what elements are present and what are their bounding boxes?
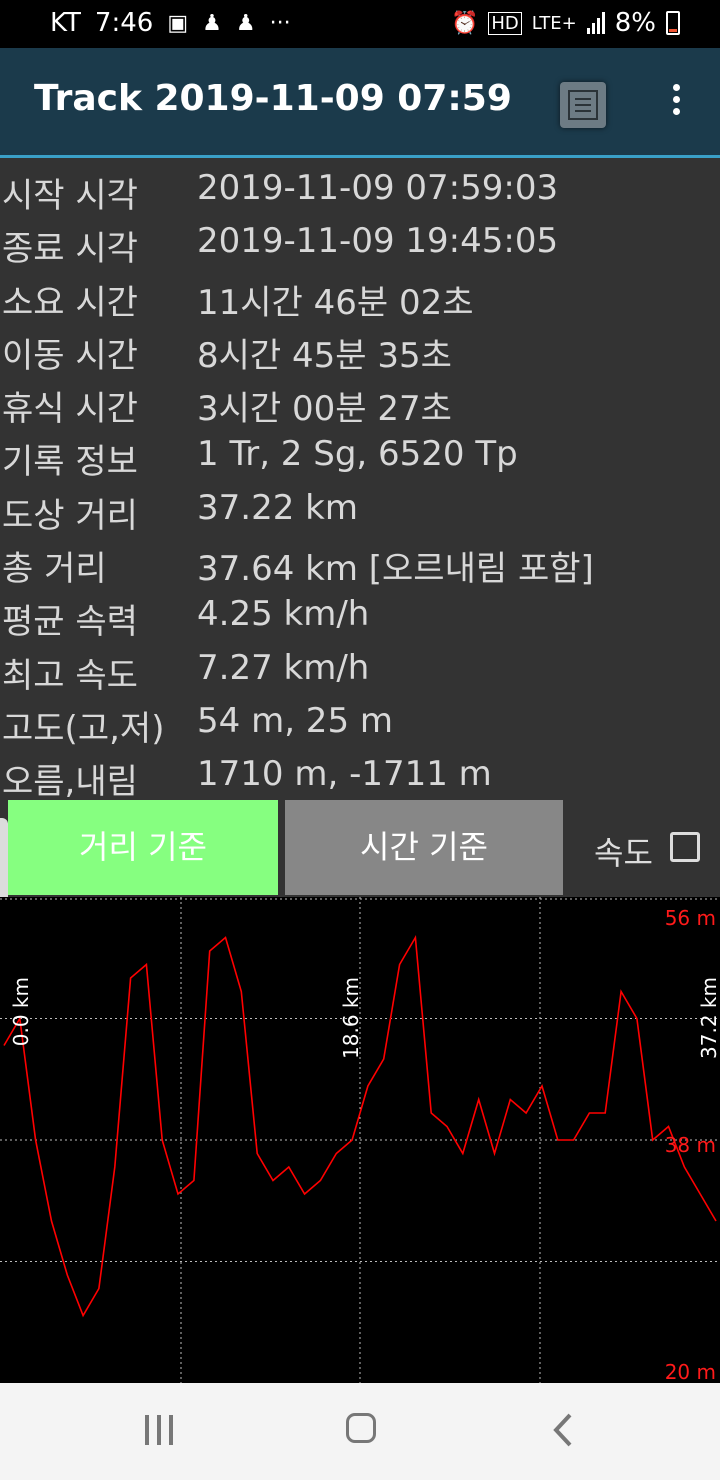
info-value: 54 m, 25 m — [197, 700, 393, 741]
speed-checkbox[interactable] — [670, 832, 700, 862]
info-value: 7.27 km/h — [197, 647, 370, 688]
notification-icon: ♟ — [235, 10, 256, 36]
y-axis-label: 56 m — [665, 906, 716, 930]
elevation-chart-svg: 56 m 38 m 20 m 0.0 km 18.6 km 37.2 km — [0, 897, 720, 1383]
info-row: 이동 시간 8시간 45분 35초 — [0, 322, 720, 376]
info-row: 고도(고,저) 54 m, 25 m — [0, 695, 720, 749]
carrier-label: KT — [50, 8, 81, 38]
alarm-icon: ⏰ — [450, 10, 479, 36]
y-axis-label: 20 m — [665, 1360, 716, 1383]
info-label: 최고 속도 — [2, 655, 138, 696]
info-value: 1710 m, -1711 m — [197, 754, 492, 795]
info-row: 오름,내림 1710 m, -1711 m — [0, 748, 720, 803]
info-row: 소요 시간 11시간 46분 02초 — [0, 269, 720, 323]
battery-percent: 8% — [614, 8, 656, 38]
speed-label: 속도 — [594, 834, 653, 872]
info-value: 11시간 46분 02초 — [197, 282, 474, 323]
info-value: 1 Tr, 2 Sg, 6520 Tp — [197, 434, 518, 475]
info-value: 37.64 km [오르내림 포함] — [197, 549, 594, 590]
more-options-icon[interactable] — [664, 84, 688, 124]
info-label: 시작 시각 — [2, 176, 138, 216]
info-value: 3시간 00분 27초 — [197, 389, 452, 430]
info-label: 총 거리 — [2, 549, 107, 590]
network-type: LTE+ — [531, 12, 577, 34]
time-basis-button[interactable]: 시간 기준 — [285, 800, 563, 895]
back-icon[interactable] — [552, 1413, 574, 1447]
list-icon[interactable] — [560, 82, 606, 128]
info-row: 평균 속력 4.25 km/h — [0, 588, 720, 643]
info-label: 휴식 시간 — [2, 389, 138, 430]
system-nav-bar — [0, 1383, 720, 1480]
info-value: 8시간 45분 35초 — [197, 335, 452, 376]
battery-icon — [666, 11, 680, 35]
signal-icon — [586, 12, 605, 34]
status-bar: KT 7:46 ▣ ♟ ♟ ··· ⏰ HD LTE+ 8% — [0, 0, 720, 48]
notification-icon: ♟ — [202, 10, 222, 36]
x-axis-label: 0.0 km — [9, 977, 33, 1046]
info-label: 기록 정보 — [2, 442, 138, 483]
recent-apps-icon[interactable] — [145, 1415, 177, 1445]
gallery-icon: ▣ — [167, 10, 189, 36]
info-row: 도상 거리 37.22 km — [0, 482, 720, 536]
app-bar: Track 2019-11-09 07:59 — [0, 48, 720, 158]
info-label: 도상 거리 — [2, 495, 138, 536]
elevation-chart[interactable]: 56 m 38 m 20 m 0.0 km 18.6 km 37.2 km — [0, 897, 720, 1383]
info-label: 평균 속력 — [2, 602, 138, 643]
track-title: Track 2019-11-09 07:59 — [34, 78, 512, 119]
x-axis-label: 18.6 km — [339, 977, 363, 1059]
home-icon[interactable] — [346, 1413, 376, 1443]
x-axis-label: 37.2 km — [697, 977, 720, 1059]
distance-basis-button[interactable]: 거리 기준 — [8, 800, 278, 895]
info-row: 최고 속도 7.27 km/h — [0, 642, 720, 696]
track-info: 시작 시각 2019-11-09 07:59:03 종료 시각 2019-11-09… — [0, 162, 720, 802]
hd-badge: HD — [488, 11, 522, 35]
y-axis-label: 38 m — [665, 1133, 716, 1157]
info-value: 4.25 km/h — [197, 594, 370, 635]
info-row: 휴식 시간 3시간 00분 27초 — [0, 375, 720, 430]
info-value: 2019-11-09 19:45:05 — [197, 221, 559, 262]
info-row: 기록 정보 1 Tr, 2 Sg, 6520 Tp — [0, 428, 720, 483]
info-label: 오름,내림 — [2, 762, 138, 803]
info-row: 종료 시각 2019-11-09 19:45:05 — [0, 215, 720, 270]
info-value: 2019-11-09 07:59:03 — [197, 168, 559, 208]
info-row: 시작 시각 2019-11-09 07:59:03 — [0, 162, 720, 216]
info-row: 총 거리 37.64 km [오르내림 포함] — [0, 535, 720, 590]
info-label: 소요 시간 — [2, 282, 138, 323]
info-label: 이동 시간 — [2, 335, 138, 376]
clock: 7:46 — [94, 8, 154, 38]
info-label: 고도(고,저) — [2, 708, 165, 749]
info-label: 종료 시각 — [2, 229, 138, 270]
more-notifications-icon: ··· — [269, 10, 291, 36]
info-value: 37.22 km — [197, 487, 358, 528]
